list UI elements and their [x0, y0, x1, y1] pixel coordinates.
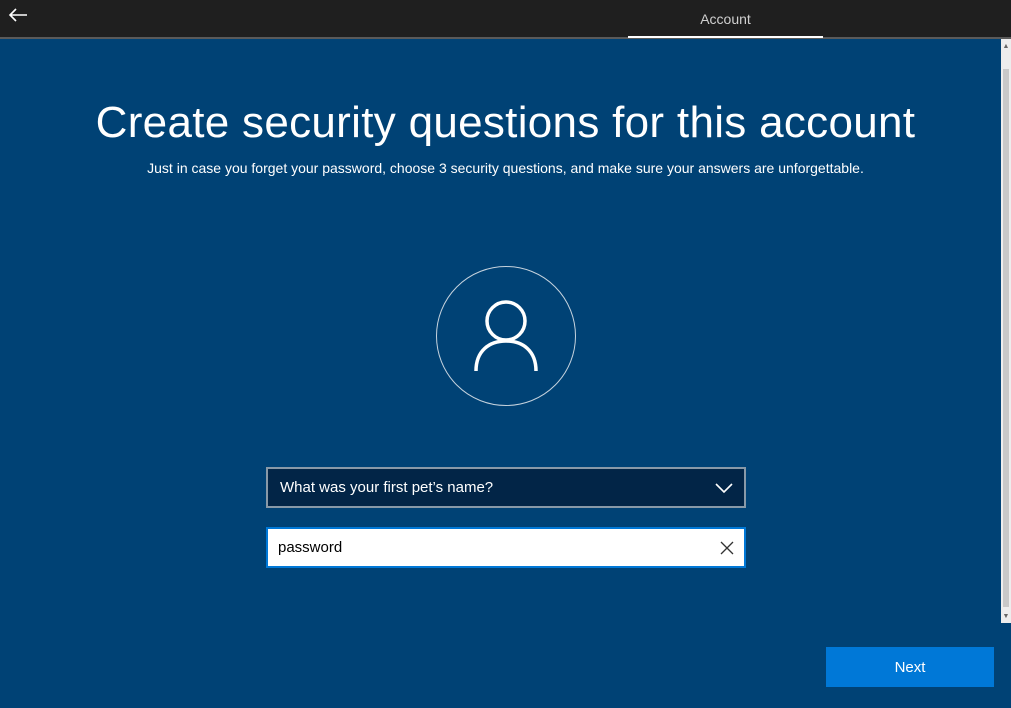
user-icon — [474, 300, 538, 372]
scroll-down-arrow-icon[interactable]: ▼ — [1001, 609, 1011, 623]
next-button-label: Next — [894, 658, 926, 676]
tab-account[interactable]: Account — [628, 0, 823, 37]
top-bar — [0, 0, 1011, 37]
chevron-down-icon — [715, 482, 733, 493]
clear-answer-button[interactable] — [710, 529, 744, 566]
security-question-value: What was your first pet’s name? — [280, 479, 494, 496]
avatar — [436, 266, 576, 406]
security-answer-field — [266, 527, 746, 568]
security-answer-input[interactable] — [268, 528, 710, 567]
scroll-up-arrow-icon[interactable]: ▲ — [1001, 39, 1011, 53]
close-icon — [720, 541, 734, 554]
page-subtitle: Just in case you forget your password, c… — [147, 160, 864, 176]
tab-account-label: Account — [700, 10, 751, 27]
security-question-select[interactable]: What was your first pet’s name? — [266, 467, 746, 508]
page-title: Create security questions for this accou… — [95, 98, 916, 147]
top-bar-divider — [0, 37, 1011, 39]
next-button[interactable]: Next — [826, 647, 994, 687]
scroll-thumb[interactable] — [1003, 69, 1009, 607]
back-arrow-icon — [8, 8, 27, 22]
tab-active-indicator — [628, 36, 823, 38]
back-button[interactable] — [6, 4, 30, 26]
